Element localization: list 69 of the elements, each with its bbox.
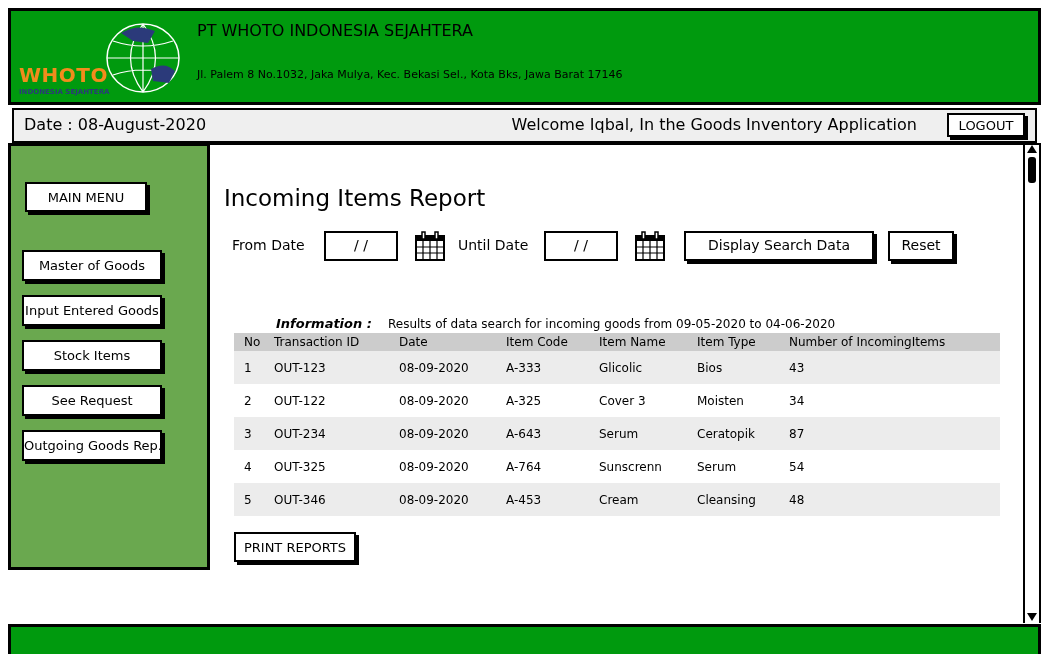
scrollbar[interactable]: [1023, 145, 1039, 624]
table-cell-text: A-764: [506, 458, 543, 476]
sidebar-menu-button[interactable]: Outgoing Goods Rep.: [22, 430, 162, 462]
from-date-field[interactable]: / /: [324, 230, 398, 261]
current-date: Date : 08-August-2020: [24, 114, 207, 137]
table-cell-text: 1: [244, 359, 253, 377]
column-header: Date: [399, 334, 429, 352]
table-cell-text: 48: [789, 491, 806, 509]
column-header: Number of IncomingItems: [789, 334, 947, 352]
calendar-icon[interactable]: [414, 229, 446, 262]
from-date-label: From Date: [232, 236, 306, 256]
column-header: Item Code: [506, 334, 569, 352]
table-cell-text: 08-09-2020: [399, 425, 470, 443]
main-menu-button[interactable]: MAIN MENU: [25, 182, 147, 213]
logo-text: WHOTO: [19, 65, 108, 85]
until-date-field[interactable]: / /: [544, 230, 618, 261]
column-header: No: [244, 334, 262, 352]
table-cell-text: OUT-325: [274, 458, 327, 476]
table-cell-text: OUT-122: [274, 392, 327, 410]
table-cell-text: Cleansing: [697, 491, 757, 509]
reset-button[interactable]: Reset: [888, 230, 954, 261]
until-date-label: Until Date: [458, 236, 530, 256]
table-cell-text: 34: [789, 392, 806, 410]
scroll-down-icon[interactable]: [1027, 613, 1037, 622]
table-cell-text: OUT-123: [274, 359, 327, 377]
display-search-button[interactable]: Display Search Data: [684, 230, 874, 261]
column-header: Transaction ID: [274, 334, 361, 352]
table-cell-text: Serum: [697, 458, 738, 476]
sidebar-menu-button[interactable]: Stock Items: [22, 340, 162, 372]
information-text: Results of data search for incoming goods from 09-05-2020 to 04-06-2020: [388, 315, 836, 333]
table-cell-text: 87: [789, 425, 806, 443]
table-cell-text: Sunscrenn: [599, 458, 663, 476]
column-header: Item Name: [599, 334, 667, 352]
table-cell-text: Cover 3: [599, 392, 647, 410]
sidebar-menu-button[interactable]: See Request: [22, 385, 162, 417]
table-cell-text: Cream: [599, 491, 640, 509]
table-cell-text: 08-09-2020: [399, 359, 470, 377]
scroll-thumb[interactable]: [1028, 157, 1036, 184]
table-cell-text: 08-09-2020: [399, 392, 470, 410]
company-name: PT WHOTO INDONESIA SEJAHTERA: [197, 20, 474, 42]
sidebar-menu-button[interactable]: Master of Goods: [22, 250, 162, 282]
table-cell-text: OUT-346: [274, 491, 327, 509]
table-cell-text: 08-09-2020: [399, 491, 470, 509]
table-cell-text: 08-09-2020: [399, 458, 470, 476]
company-address: Jl. Palem 8 No.1032, Jaka Mulya, Kec. Bekasi Sel., Kota Bks, Jawa Barat 17146: [197, 67, 623, 83]
report-title: Incoming Items Report: [224, 184, 486, 214]
calendar-icon[interactable]: [634, 229, 666, 262]
table-cell-text: 54: [789, 458, 806, 476]
table-cell-text: 43: [789, 359, 806, 377]
table-cell-text: Ceratopik: [697, 425, 756, 443]
table-cell-text: Bios: [697, 359, 724, 377]
table-cell-text: 4: [244, 458, 253, 476]
logout-button[interactable]: LOGOUT: [947, 113, 1025, 138]
print-reports-button[interactable]: PRINT REPORTS: [234, 532, 356, 563]
table-cell-text: A-643: [506, 425, 543, 443]
sidebar-menu-button[interactable]: Input Entered Goods: [22, 295, 162, 327]
column-header: Item Type: [697, 334, 757, 352]
table-cell-text: A-333: [506, 359, 543, 377]
information-label: Information :: [276, 314, 373, 333]
table-cell-text: OUT-234: [274, 425, 327, 443]
table-cell-text: 2: [244, 392, 253, 410]
table-cell-text: Moisten: [697, 392, 745, 410]
table-cell-text: Serum: [599, 425, 640, 443]
table-cell-text: A-453: [506, 491, 543, 509]
welcome-text: Welcome Iqbal, In the Goods Inventory Application: [511, 114, 917, 137]
table-cell-text: A-325: [506, 392, 543, 410]
table-cell-text: Glicolic: [599, 359, 644, 377]
table-cell-text: 5: [244, 491, 253, 509]
table-cell-text: 3: [244, 425, 253, 443]
